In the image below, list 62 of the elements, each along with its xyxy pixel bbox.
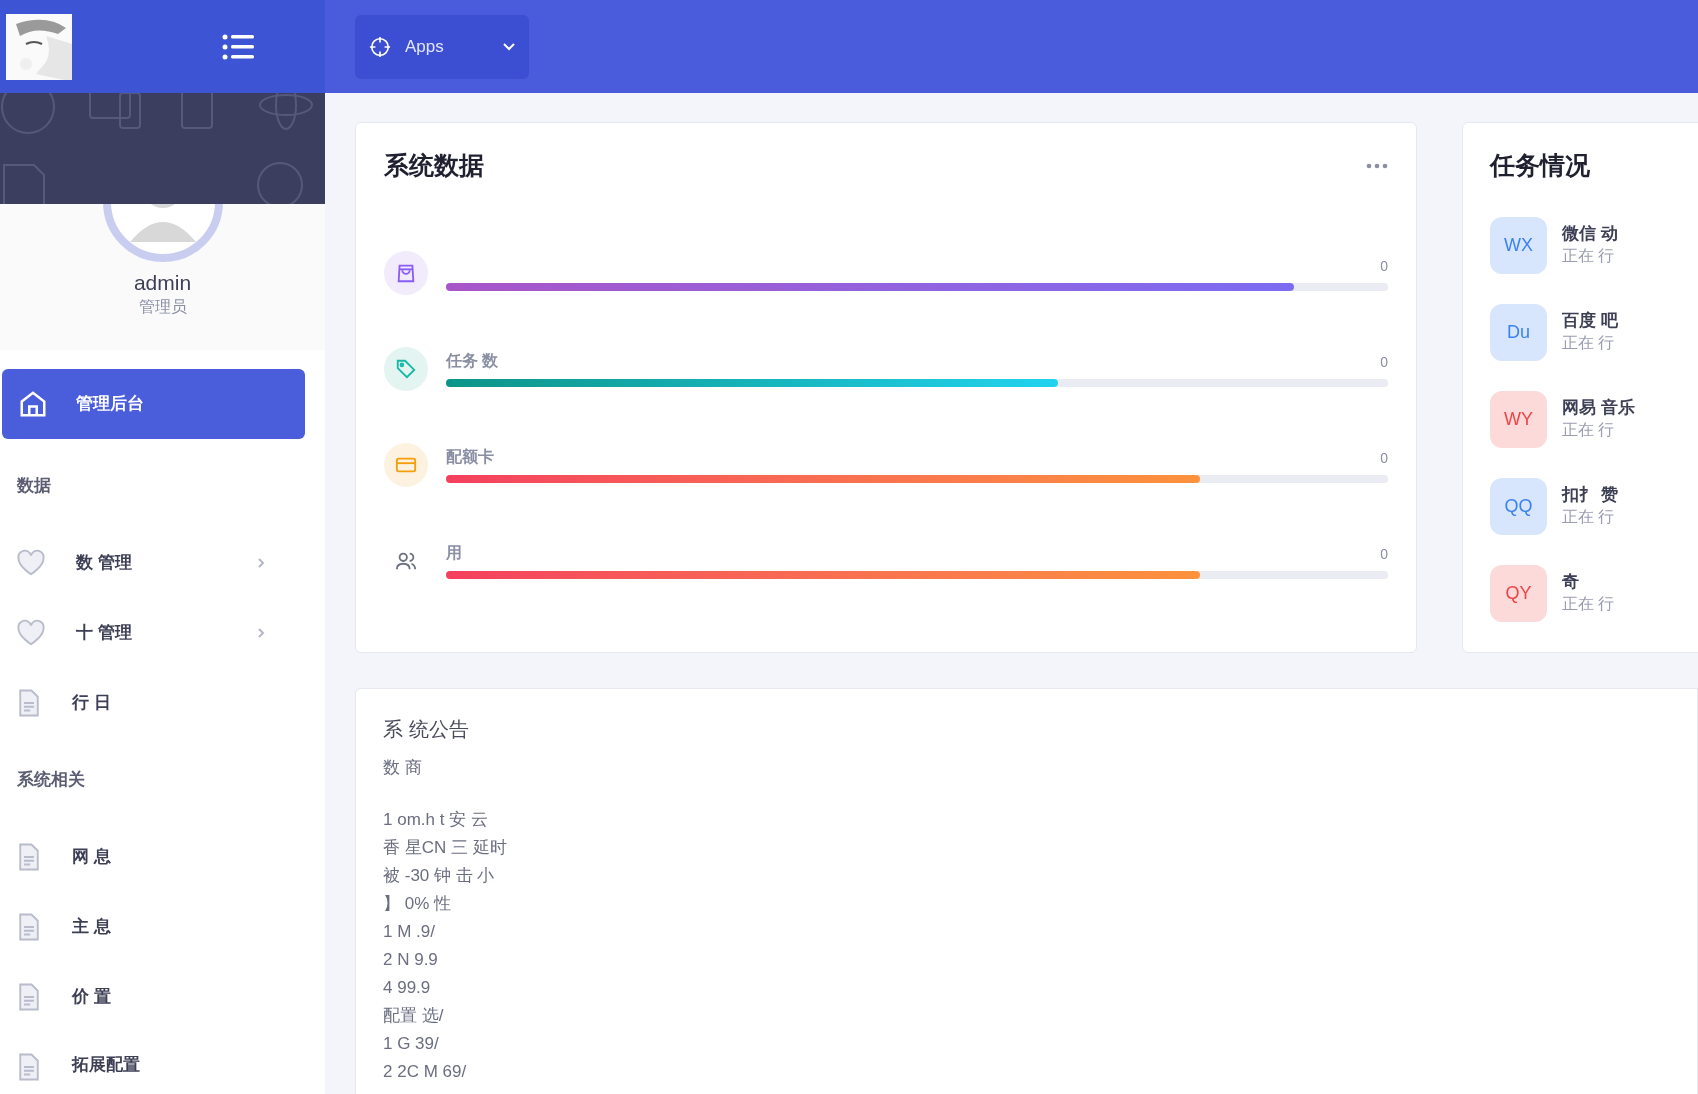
notice-line: 被 -30 钟 击 小 (383, 865, 496, 887)
task-badge: QY (1490, 564, 1547, 622)
user-role: 管理员 (138, 299, 187, 315)
file-icon (16, 842, 42, 872)
sidebar-item[interactable]: 拓展配置 (0, 1032, 325, 1082)
notice-line: 】 0% 性 (383, 893, 453, 915)
card-title: 系统数据 (384, 150, 484, 181)
section-label: 系统相关 (16, 769, 86, 792)
notice-line: 1 G 39/ (383, 1033, 440, 1055)
stat-value: 0 (1380, 256, 1388, 276)
notice-line: 1 M .9/ (383, 921, 436, 943)
task-badge: QQ (1490, 477, 1547, 535)
task-name: 网易 音乐 (1562, 397, 1635, 419)
file-icon (16, 982, 42, 1012)
sidebar-item[interactable]: 主 息 (0, 892, 325, 962)
task-badge: WY (1490, 390, 1547, 448)
stat-value: 0 (1380, 448, 1388, 468)
notice-line: 数 商 (383, 757, 423, 779)
sidebar-item[interactable]: 行 日 (0, 668, 325, 738)
sidebar-item[interactable]: 价 置 (0, 962, 325, 1032)
task-badge: WX (1490, 216, 1547, 274)
notice-line: 2 2C M 69/ (383, 1061, 468, 1083)
sidebar-item[interactable]: 管理后台 (2, 369, 305, 439)
task-name: 百度 吧 (1562, 310, 1618, 332)
crosshair-icon (369, 35, 391, 58)
sidebar-item[interactable]: 十 管理 (0, 598, 325, 668)
notice-line: 香 星CN 三 延时 (383, 837, 508, 859)
heart-icon (16, 619, 46, 647)
stat-label: 配额卡 (446, 446, 494, 467)
task-status: 正在 行 (1562, 333, 1616, 353)
task-badge: Du (1490, 303, 1547, 361)
heart-icon (16, 549, 46, 577)
notice-line: 2 N 9.9 (383, 949, 439, 971)
tag-icon (395, 357, 417, 380)
stat-label: 用 (446, 542, 462, 563)
notice-line: 配置 选/ (383, 1005, 445, 1027)
apps-dropdown[interactable]: Apps (355, 14, 529, 79)
card-title: 系 统公告 (383, 717, 470, 742)
task-status: 正在 行 (1562, 594, 1615, 614)
notice-line: 4 99.9 (383, 977, 432, 999)
task-status: 正在 行 (1562, 246, 1616, 266)
sidebar-item[interactable]: 网 息 (0, 822, 325, 892)
task-name: 微信 动 (1562, 223, 1618, 245)
file-icon (16, 688, 42, 718)
task-status: 正在 行 (1562, 420, 1616, 440)
user-name: admin (133, 272, 192, 293)
more-button[interactable] (1366, 162, 1388, 169)
sidebar-item[interactable]: 数 管理 (0, 528, 325, 598)
task-name: 扣扌 赞 (1562, 484, 1618, 506)
file-icon (16, 1052, 42, 1082)
task-status: 正在 行 (1562, 507, 1616, 527)
stat-value: 0 (1380, 544, 1388, 564)
card-title: 任务情况 (1490, 150, 1591, 181)
file-icon (16, 912, 42, 942)
notice-line: 1 om.h t 安 云 (383, 809, 489, 831)
section-label: 数据 (16, 475, 52, 498)
home-icon (18, 389, 48, 419)
stat-label: 任务 数 (446, 350, 499, 371)
menu-button[interactable] (222, 33, 254, 60)
task-name: 奇 (1562, 571, 1580, 593)
stat-value: 0 (1380, 352, 1388, 372)
caret-icon (503, 42, 515, 51)
